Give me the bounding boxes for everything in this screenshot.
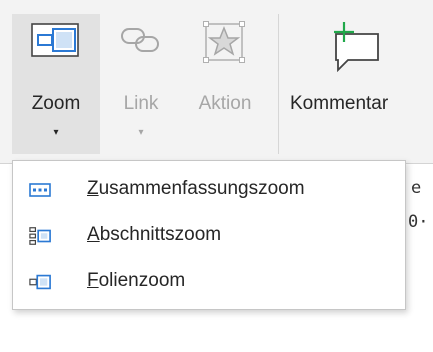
menu-item-label: Abschnittszoom: [87, 224, 222, 245]
background-text: 0·: [408, 212, 429, 232]
comment-label: Kommentar: [290, 93, 389, 114]
action-label: Aktion: [198, 93, 252, 114]
slide-zoom-icon: [29, 271, 51, 293]
zoom-label: Zoom: [31, 93, 81, 114]
zoom-icon: [31, 20, 81, 60]
zoom-button[interactable]: Zoom ▾: [12, 14, 100, 154]
menu-item-section-zoom[interactable]: Abschnittszoom: [13, 213, 405, 259]
group-divider: [278, 14, 279, 154]
background-text: e: [411, 178, 422, 198]
menu-item-slide-zoom[interactable]: Folienzoom: [13, 259, 405, 305]
comment-icon: [330, 20, 384, 72]
action-star-icon: [202, 20, 246, 64]
summary-zoom-icon: [29, 179, 51, 201]
menu-item-summary-zoom[interactable]: Zusammenfassungszoom: [13, 167, 405, 213]
ribbon: Zoom ▾ Link ▾ Aktion Kommentar: [0, 0, 433, 163]
link-button[interactable]: Link ▾: [104, 14, 178, 154]
section-zoom-icon: [29, 225, 51, 247]
comment-button[interactable]: Kommentar: [284, 14, 428, 154]
action-button[interactable]: Aktion: [180, 14, 270, 154]
zoom-dropdown-menu: Zusammenfassungszoom Abschnittszoom Foli…: [12, 160, 406, 310]
menu-item-label: Folienzoom: [87, 270, 186, 291]
link-label: Link: [123, 93, 159, 114]
link-icon: [118, 20, 164, 60]
chevron-down-icon: ▾: [53, 127, 59, 138]
chevron-down-icon: ▾: [138, 127, 144, 138]
menu-item-label: Zusammenfassungszoom: [87, 178, 305, 199]
